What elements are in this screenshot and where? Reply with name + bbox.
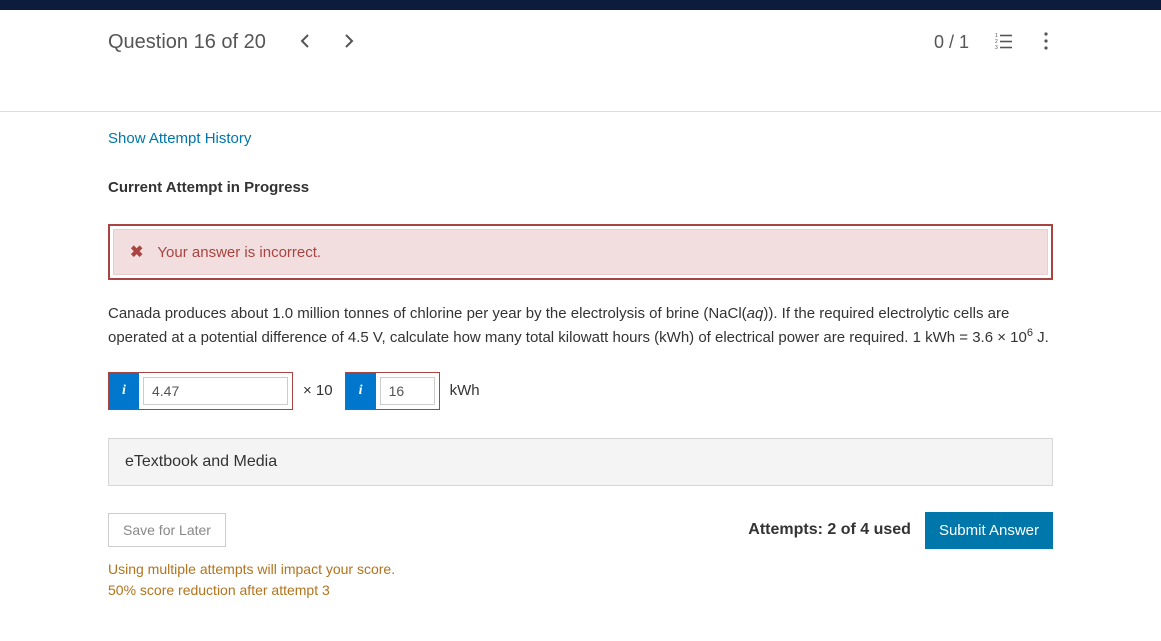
question-number-label: Question 16 of 20 <box>108 31 266 54</box>
submit-answer-button[interactable]: Submit Answer <box>925 512 1053 549</box>
exponent-input[interactable] <box>380 377 435 405</box>
etextbook-media-panel[interactable]: eTextbook and Media <box>108 438 1053 486</box>
chevron-right-icon <box>344 33 354 49</box>
current-attempt-heading: Current Attempt in Progress <box>108 179 1053 196</box>
coefficient-group: i <box>108 372 293 410</box>
save-for-later-button[interactable]: Save for Later <box>108 513 226 547</box>
question-text-part1: Canada produces about 1.0 million tonnes… <box>108 305 747 322</box>
x-icon: ✖ <box>130 242 143 262</box>
prev-question-button[interactable] <box>296 29 314 56</box>
question-prompt: Canada produces about 1.0 million tonnes… <box>108 302 1053 350</box>
kebab-icon <box>1043 32 1049 50</box>
attempt-warning: Using multiple attempts will impact your… <box>108 559 1053 601</box>
question-text-part3: J. <box>1033 329 1049 346</box>
coefficient-input[interactable] <box>143 377 288 405</box>
exponent-group: i <box>345 372 440 410</box>
chevron-left-icon <box>300 33 310 49</box>
score-display: 0 / 1 <box>934 32 969 53</box>
alert-message: Your answer is incorrect. <box>157 244 321 261</box>
attempts-used-label: Attempts: 2 of 4 used <box>748 521 911 539</box>
info-icon[interactable]: i <box>346 373 376 409</box>
warning-line-1: Using multiple attempts will impact your… <box>108 559 1053 580</box>
list-icon: 1 2 3 <box>995 33 1013 49</box>
incorrect-alert: ✖ Your answer is incorrect. <box>108 224 1053 280</box>
question-text-aq: aq <box>747 305 764 322</box>
more-options-button[interactable] <box>1039 28 1053 57</box>
answer-input-row: i × 10 i kWh <box>108 372 1053 410</box>
show-attempt-history-link[interactable]: Show Attempt History <box>108 130 251 147</box>
warning-line-2: 50% score reduction after attempt 3 <box>108 580 1053 601</box>
times-ten-label: × 10 <box>303 382 333 399</box>
question-list-button[interactable]: 1 2 3 <box>991 29 1017 56</box>
info-icon[interactable]: i <box>109 373 139 409</box>
unit-label: kWh <box>450 382 480 399</box>
top-bar <box>0 0 1161 10</box>
action-row: Save for Later Attempts: 2 of 4 used Sub… <box>108 512 1053 549</box>
question-header: Question 16 of 20 0 / 1 1 2 3 <box>108 28 1053 57</box>
svg-text:3: 3 <box>995 45 998 49</box>
next-question-button[interactable] <box>340 29 358 56</box>
